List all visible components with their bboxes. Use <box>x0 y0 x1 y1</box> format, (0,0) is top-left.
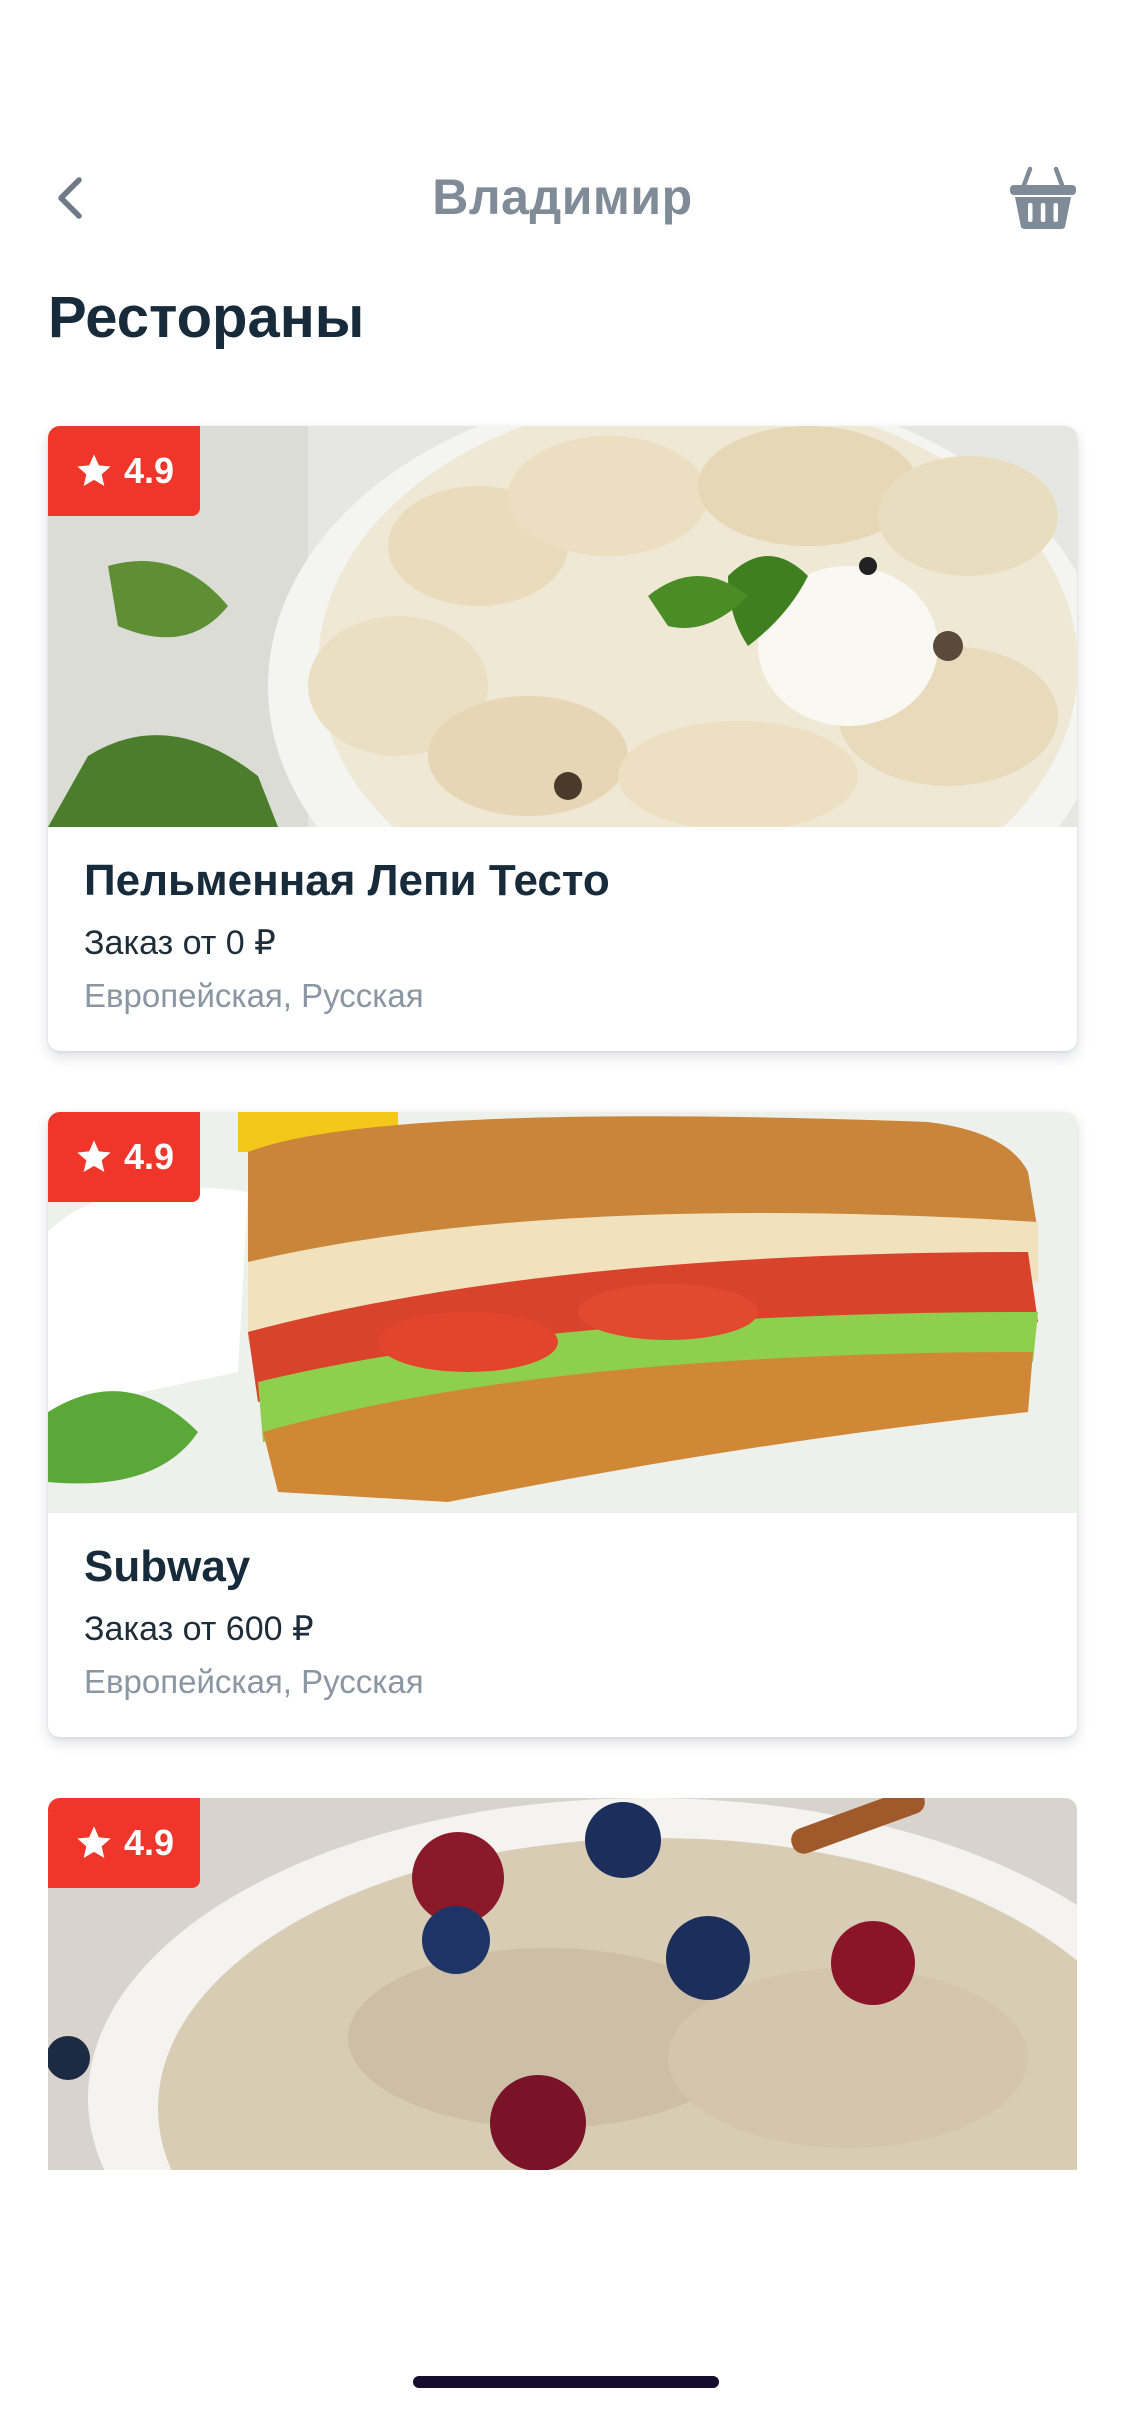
rating-badge: 4.9 <box>48 1798 200 1888</box>
oatmeal-photo <box>48 1798 1077 2170</box>
rating-value: 4.9 <box>123 1822 175 1863</box>
rating-badge: 4.9 <box>48 1112 200 1202</box>
min-order: Заказ от 0 ₽ <box>84 924 276 962</box>
card-info: Пельменная Лепи Тесто Заказ от 0 ₽ Европ… <box>48 827 1077 1051</box>
cuisine-tags: Европейская, Русская <box>84 1663 424 1700</box>
sandwich-photo <box>48 1112 1077 1513</box>
rating-value: 4.9 <box>123 1136 175 1177</box>
restaurant-card[interactable]: 4.9 <box>48 1798 1077 2170</box>
star-icon <box>74 1137 114 1177</box>
city-title[interactable]: Владимир <box>0 168 1125 226</box>
basket-button[interactable] <box>1007 164 1079 236</box>
card-info: Subway Заказ от 600 ₽ Европейская, Русск… <box>48 1513 1077 1737</box>
restaurant-image: 4.9 <box>48 1798 1077 2170</box>
restaurant-name: Subway <box>84 1542 251 1591</box>
restaurants-screen: Владимир Рестораны 4.9 Пельменная Лепи Т… <box>0 0 1125 2436</box>
restaurant-card[interactable]: 4.9 Пельменная Лепи Тесто Заказ от 0 ₽ Е… <box>48 426 1077 1051</box>
section-title: Рестораны <box>48 285 365 350</box>
min-order: Заказ от 600 ₽ <box>84 1610 314 1648</box>
nav-header: Владимир <box>0 150 1125 250</box>
star-icon <box>74 1823 114 1863</box>
home-indicator[interactable] <box>413 2376 719 2388</box>
restaurant-image: 4.9 <box>48 1112 1077 1513</box>
restaurant-card[interactable]: 4.9 Subway Заказ от 600 ₽ Европейская, Р… <box>48 1112 1077 1737</box>
rating-value: 4.9 <box>123 450 175 491</box>
rating-badge: 4.9 <box>48 426 200 516</box>
star-icon <box>74 451 114 491</box>
basket-icon <box>1008 165 1078 236</box>
cuisine-tags: Европейская, Русская <box>84 977 424 1014</box>
dumplings-photo <box>48 426 1077 827</box>
restaurant-image: 4.9 <box>48 426 1077 827</box>
restaurant-name: Пельменная Лепи Тесто <box>84 856 610 905</box>
